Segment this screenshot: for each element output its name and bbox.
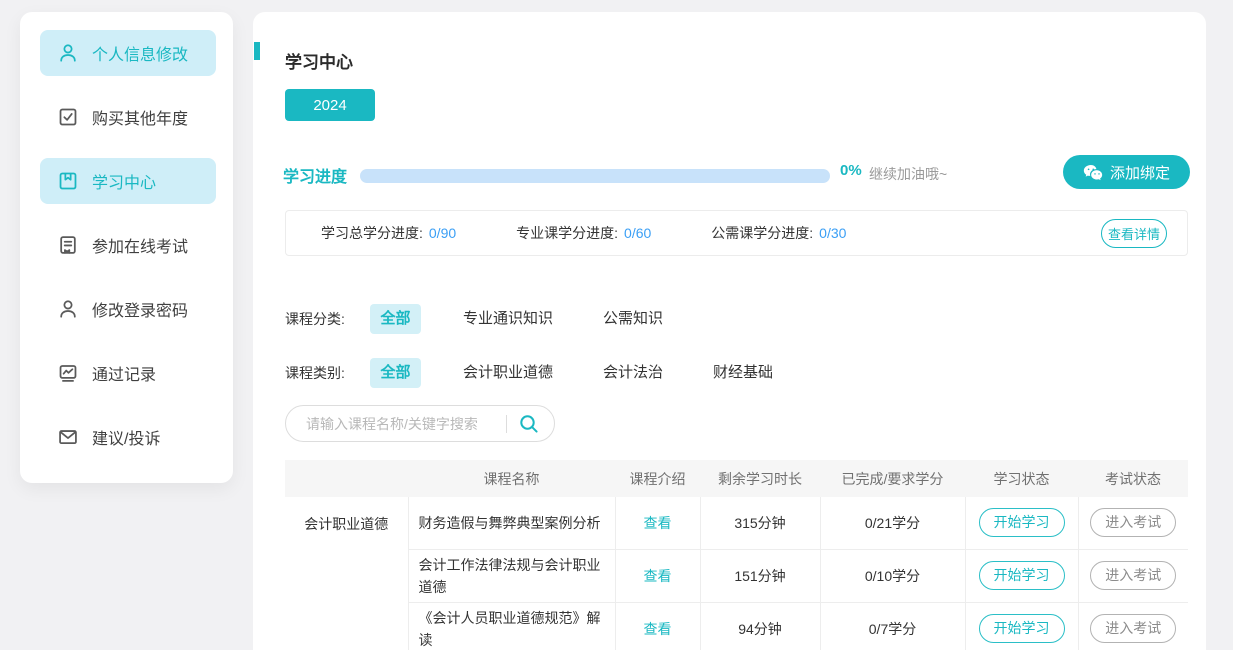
course-search-box <box>285 405 555 442</box>
sidebar-item-label: 参加在线考试 <box>92 233 188 257</box>
course-table: 课程名称 课程介绍 剩余学习时长 已完成/要求学分 学习状态 考试状态 会计职业… <box>285 460 1188 650</box>
progress-percent: 0% <box>840 162 862 179</box>
course-group-label: 会计职业道德 <box>285 497 408 650</box>
course-name: 财务造假与舞弊典型案例分析 <box>408 497 615 549</box>
sidebar-item-buy-years[interactable]: 购买其他年度 <box>40 94 216 140</box>
add-binding-label: 添加绑定 <box>1110 162 1170 183</box>
sidebar-item-label: 购买其他年度 <box>92 105 188 129</box>
total-credit-value: 0/90 <box>429 225 456 241</box>
search-divider <box>506 415 507 433</box>
sidebar-item-label: 学习中心 <box>92 169 156 193</box>
progress-note: 继续加油哦~ <box>869 164 947 184</box>
checkbox-icon <box>57 106 79 128</box>
envelope-icon <box>57 426 79 448</box>
filter-option-professional-general[interactable]: 专业通识知识 <box>455 304 561 334</box>
filter-option-accounting-ethics[interactable]: 会计职业道德 <box>455 358 561 388</box>
course-name: 《会计人员职业道德规范》解读 <box>408 602 615 650</box>
chart-icon <box>57 362 79 384</box>
public-credit-progress: 公需课学分进度:0/30 <box>711 223 846 243</box>
sidebar-item-label: 建议/投诉 <box>92 425 160 449</box>
header-remaining-time: 剩余学习时长 <box>700 460 820 497</box>
sidebar-item-label: 个人信息修改 <box>92 41 188 65</box>
filter-option-public-knowledge[interactable]: 公需知识 <box>595 304 671 334</box>
header-group <box>285 460 408 497</box>
remaining-time: 315分钟 <box>700 497 820 549</box>
total-credit-progress: 学习总学分进度:0/90 <box>321 223 456 243</box>
course-name: 会计工作法律法规与会计职业道德 <box>408 549 615 602</box>
sidebar-item-feedback[interactable]: 建议/投诉 <box>40 414 216 460</box>
user-icon <box>57 298 79 320</box>
filter-label: 课程类别: <box>285 363 370 383</box>
sidebar-item-online-exam[interactable]: 参加在线考试 <box>40 222 216 268</box>
table-header-row: 课程名称 课程介绍 剩余学习时长 已完成/要求学分 学习状态 考试状态 <box>285 460 1188 497</box>
progress-bar <box>360 169 830 183</box>
exam-doc-icon <box>57 234 79 256</box>
header-study-status: 学习状态 <box>965 460 1078 497</box>
course-category-filter: 课程分类: 全部 专业通识知识 公需知识 <box>285 304 705 334</box>
table-row: 会计职业道德 财务造假与舞弊典型案例分析 查看 315分钟 0/21学分 开始学… <box>285 497 1188 549</box>
search-button[interactable] <box>518 413 540 435</box>
header-credits: 已完成/要求学分 <box>820 460 965 497</box>
remaining-time: 151分钟 <box>700 549 820 602</box>
table-row: 《会计人员职业道德规范》解读 查看 94分钟 0/7学分 开始学习 进入考试 <box>285 602 1188 650</box>
sidebar-item-profile[interactable]: 个人信息修改 <box>40 30 216 76</box>
view-intro-link[interactable]: 查看 <box>644 621 672 637</box>
sidebar: 个人信息修改 购买其他年度 学习中心 参加在线考试 修改 <box>20 12 233 483</box>
sidebar-item-label: 通过记录 <box>92 361 156 385</box>
credit-summary-box: 学习总学分进度:0/90 专业课学分进度:0/60 公需课学分进度:0/30 查… <box>285 210 1188 256</box>
public-credit-value: 0/30 <box>819 225 846 241</box>
view-intro-link[interactable]: 查看 <box>644 568 672 584</box>
start-study-button[interactable]: 开始学习 <box>979 561 1065 590</box>
credit-progress: 0/7学分 <box>820 602 965 650</box>
search-icon <box>518 413 540 435</box>
table-row: 会计工作法律法规与会计职业道德 查看 151分钟 0/10学分 开始学习 进入考… <box>285 549 1188 602</box>
year-tab-2024[interactable]: 2024 <box>285 89 375 121</box>
filter-option-accounting-law[interactable]: 会计法治 <box>595 358 671 388</box>
view-intro-link[interactable]: 查看 <box>644 515 672 531</box>
sidebar-item-label: 修改登录密码 <box>92 297 188 321</box>
enter-exam-button[interactable]: 进入考试 <box>1090 561 1176 590</box>
credit-progress: 0/10学分 <box>820 549 965 602</box>
title-accent-bar <box>254 42 260 60</box>
header-course-name: 课程名称 <box>408 460 615 497</box>
start-study-button[interactable]: 开始学习 <box>979 508 1065 537</box>
enter-exam-button[interactable]: 进入考试 <box>1090 614 1176 643</box>
sidebar-item-pass-records[interactable]: 通过记录 <box>40 350 216 396</box>
filter-label: 课程分类: <box>285 309 370 329</box>
filter-option-all[interactable]: 全部 <box>370 358 421 388</box>
major-credit-progress: 专业课学分进度:0/60 <box>516 223 651 243</box>
sidebar-item-learning-center[interactable]: 学习中心 <box>40 158 216 204</box>
bookmark-icon <box>57 170 79 192</box>
user-icon <box>57 42 79 64</box>
sidebar-item-change-password[interactable]: 修改登录密码 <box>40 286 216 332</box>
filter-option-finance-basics[interactable]: 财经基础 <box>705 358 781 388</box>
start-study-button[interactable]: 开始学习 <box>979 614 1065 643</box>
major-credit-value: 0/60 <box>624 225 651 241</box>
progress-label: 学习进度 <box>283 163 347 187</box>
course-type-filter: 课程类别: 全部 会计职业道德 会计法治 财经基础 <box>285 358 815 388</box>
search-input[interactable] <box>306 416 502 432</box>
header-course-intro: 课程介绍 <box>615 460 700 497</box>
remaining-time: 94分钟 <box>700 602 820 650</box>
enter-exam-button[interactable]: 进入考试 <box>1090 508 1176 537</box>
wechat-icon <box>1083 164 1103 181</box>
view-details-button[interactable]: 查看详情 <box>1101 219 1167 248</box>
credit-progress: 0/21学分 <box>820 497 965 549</box>
header-exam-status: 考试状态 <box>1078 460 1188 497</box>
add-binding-button[interactable]: 添加绑定 <box>1063 155 1190 189</box>
learning-center-panel: 学习中心 2024 学习进度 0% 继续加油哦~ 添加绑定 学习总学分进度:0/… <box>253 12 1206 650</box>
page-title: 学习中心 <box>285 48 353 73</box>
filter-option-all[interactable]: 全部 <box>370 304 421 334</box>
